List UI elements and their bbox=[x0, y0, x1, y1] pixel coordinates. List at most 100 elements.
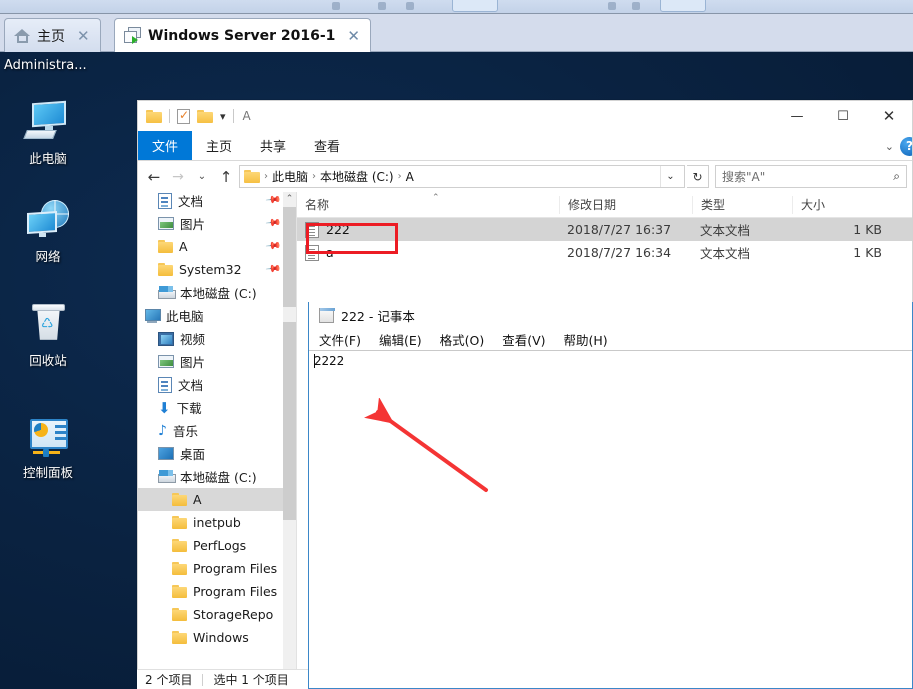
table-row[interactable]: 222 2018/7/27 16:37 文本文档 1 KB bbox=[297, 218, 912, 241]
notepad-title-bar[interactable]: 222 - 记事本 bbox=[309, 302, 912, 328]
menu-file[interactable]: 文件(F) bbox=[319, 330, 361, 349]
nav-item-system32[interactable]: System32 📌 bbox=[138, 258, 283, 281]
nav-item-storagerepo[interactable]: StorageRepo bbox=[138, 603, 283, 626]
menu-view[interactable]: 查看(V) bbox=[502, 330, 545, 349]
pin-icon[interactable]: 📌 bbox=[264, 215, 281, 231]
nav-item-[interactable]: 图片 bbox=[138, 350, 283, 373]
navigation-scrollbar[interactable]: ⌃ ⌄ bbox=[283, 192, 296, 688]
scroll-up-icon[interactable]: ⌃ bbox=[283, 192, 296, 207]
desktop-icon-this-pc[interactable]: 此电脑 bbox=[0, 100, 96, 167]
minimize-button[interactable]: — bbox=[774, 101, 820, 131]
table-row[interactable]: a 2018/7/27 16:34 文本文档 1 KB bbox=[297, 241, 912, 264]
desktop-icon-control-panel[interactable]: 控制面板 bbox=[0, 416, 96, 481]
pin-icon[interactable]: 📌 bbox=[264, 238, 281, 254]
nav-item-label: 视频 bbox=[180, 332, 206, 347]
nav-item-[interactable]: 此电脑 bbox=[138, 304, 283, 327]
toolbar-icon-5[interactable] bbox=[632, 2, 640, 10]
refresh-button[interactable]: ↻ bbox=[687, 165, 709, 188]
nav-item-[interactable]: 视频 bbox=[138, 327, 283, 350]
nav-item-program-files[interactable]: Program Files bbox=[138, 557, 283, 580]
properties-icon[interactable] bbox=[177, 108, 190, 124]
column-header-modified[interactable]: 修改日期 bbox=[559, 195, 692, 214]
nav-item-c[interactable]: 本地磁盘 (C:) bbox=[138, 281, 283, 304]
address-bar[interactable]: › 此电脑 › 本地磁盘 (C:) › A ⌄ bbox=[239, 165, 685, 188]
divider bbox=[202, 673, 204, 686]
notepad-content: 2222 bbox=[314, 353, 345, 368]
address-dropdown-icon[interactable]: ⌄ bbox=[660, 166, 680, 187]
tab-home-close-icon[interactable]: ✕ bbox=[77, 27, 90, 45]
nav-item-perflogs[interactable]: PerfLogs bbox=[138, 534, 283, 557]
folder-icon bbox=[158, 240, 173, 253]
menu-format[interactable]: 格式(O) bbox=[440, 330, 485, 349]
forward-button[interactable]: → bbox=[167, 169, 189, 185]
breadcrumb-a[interactable]: A bbox=[406, 170, 414, 184]
this-pc-icon bbox=[23, 100, 71, 144]
file-name-cell[interactable]: a bbox=[297, 244, 559, 261]
nav-item-[interactable]: 文档 bbox=[138, 373, 283, 396]
menu-edit[interactable]: 编辑(E) bbox=[379, 330, 422, 349]
customize-dropdown-icon[interactable]: ▾ bbox=[220, 110, 226, 123]
notepad-text-area[interactable]: 2222 bbox=[309, 350, 912, 688]
tab-home-label: 主页 bbox=[37, 28, 65, 45]
desktop-icon-network-label: 网络 bbox=[35, 249, 61, 264]
crumb-separator: › bbox=[397, 171, 402, 182]
scrollbar-thumb-2[interactable] bbox=[283, 322, 296, 520]
nav-item-[interactable]: ⬇ 下载 bbox=[138, 396, 283, 419]
tab-windows-server-close-icon[interactable]: ✕ bbox=[347, 27, 360, 45]
column-header-type[interactable]: 类型 bbox=[692, 195, 792, 214]
toolbar-button-1[interactable] bbox=[452, 0, 498, 12]
nav-item-a[interactable]: A 📌 bbox=[138, 235, 283, 258]
network-icon bbox=[25, 200, 71, 242]
ribbon-tab-view[interactable]: 查看 bbox=[300, 131, 354, 160]
tab-home[interactable]: 主页 ✕ bbox=[4, 18, 101, 52]
back-button[interactable]: ← bbox=[143, 168, 165, 186]
nav-item-windows[interactable]: Windows bbox=[138, 626, 283, 649]
new-folder-icon[interactable] bbox=[197, 109, 213, 123]
recent-locations-button[interactable]: ⌄ bbox=[191, 171, 213, 182]
desktop-icon-recycle-bin[interactable]: ♺ 回收站 bbox=[0, 304, 96, 369]
ribbon-tab-file[interactable]: 文件 bbox=[138, 131, 193, 160]
chevron-down-icon[interactable]: ⌄ bbox=[885, 140, 894, 153]
maximize-button[interactable]: ☐ bbox=[820, 101, 866, 131]
nav-item-label: 图片 bbox=[180, 355, 206, 370]
breadcrumb-local-disk[interactable]: 本地磁盘 (C:) bbox=[320, 168, 394, 185]
administrator-label: Administra... bbox=[4, 58, 87, 73]
ribbon-tab-home[interactable]: 主页 bbox=[192, 131, 246, 160]
folder-icon[interactable] bbox=[146, 109, 162, 123]
search-icon: ⌕ bbox=[893, 169, 900, 183]
navigation-pane[interactable]: 文档 📌 图片 📌 A 📌 System32 📌 本地磁盘 (C:) 此电脑 视频 图片 文档 ⬇ 下载 ♪ 音… bbox=[138, 192, 297, 688]
tab-windows-server[interactable]: Windows Server 2016-1 ✕ bbox=[114, 18, 371, 52]
toolbar-icon-2[interactable] bbox=[378, 2, 386, 10]
toolbar-icon-4[interactable] bbox=[608, 2, 616, 10]
toolbar-button-2[interactable] bbox=[660, 0, 706, 12]
nav-item-program-files[interactable]: Program Files bbox=[138, 580, 283, 603]
address-folder-icon bbox=[244, 170, 260, 183]
nav-item-[interactable]: 图片 📌 bbox=[138, 212, 283, 235]
pin-icon[interactable]: 📌 bbox=[264, 261, 281, 277]
music-icon: ♪ bbox=[158, 422, 167, 439]
nav-item-[interactable]: 文档 📌 bbox=[138, 192, 283, 212]
nav-item-label: 图片 bbox=[180, 217, 206, 232]
close-button[interactable]: ✕ bbox=[866, 101, 912, 131]
pin-icon[interactable]: 📌 bbox=[264, 192, 281, 208]
breadcrumb-this-pc[interactable]: 此电脑 bbox=[272, 168, 308, 185]
toolbar-icon-3[interactable] bbox=[406, 2, 414, 10]
scrollbar-thumb[interactable] bbox=[283, 207, 296, 307]
nav-item-a[interactable]: A bbox=[138, 488, 283, 511]
column-header-size[interactable]: 大小 bbox=[792, 195, 892, 214]
nav-item-inetpub[interactable]: inetpub bbox=[138, 511, 283, 534]
search-input[interactable]: 搜索"A" ⌕ bbox=[715, 165, 907, 188]
menu-help[interactable]: 帮助(H) bbox=[564, 330, 608, 349]
nav-item-c[interactable]: 本地磁盘 (C:) bbox=[138, 465, 283, 488]
up-button[interactable]: ↑ bbox=[215, 168, 237, 186]
folder-icon bbox=[172, 608, 187, 621]
column-header-name[interactable]: 名称 bbox=[297, 196, 559, 214]
file-name-cell[interactable]: 222 bbox=[297, 221, 559, 238]
ribbon-tab-share[interactable]: 共享 bbox=[246, 131, 300, 160]
text-file-icon bbox=[305, 244, 319, 261]
toolbar-icon-1[interactable] bbox=[332, 2, 340, 10]
nav-item-[interactable]: ♪ 音乐 bbox=[138, 419, 283, 442]
desktop-icon-network[interactable]: 网络 bbox=[0, 200, 96, 265]
help-icon[interactable]: ? bbox=[900, 136, 912, 156]
nav-item-[interactable]: 桌面 bbox=[138, 442, 283, 465]
